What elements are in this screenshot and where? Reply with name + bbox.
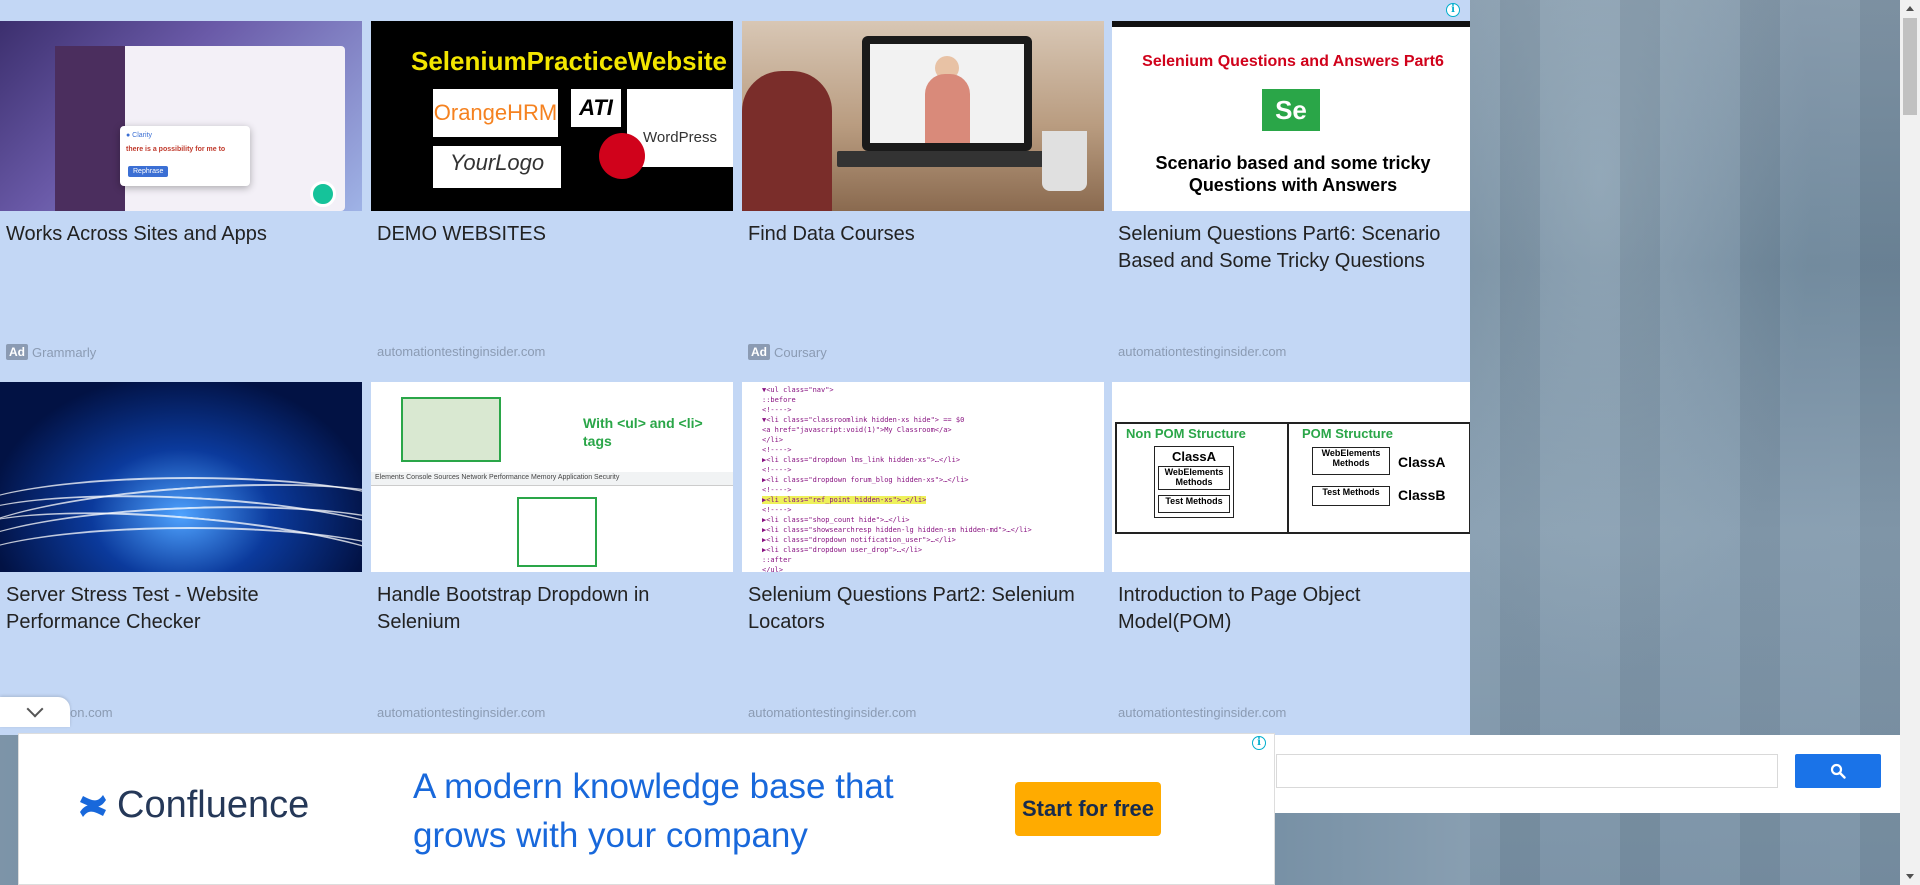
card-source[interactable]: on.com xyxy=(70,705,113,720)
ad-card[interactable]: SeleniumPracticeWebsite OrangeHRM ATI Wo… xyxy=(371,21,733,366)
card-thumbnail[interactable] xyxy=(742,21,1104,211)
card-source[interactable]: Ad Coursary xyxy=(748,344,827,360)
ad-card[interactable]: With <ul> and <li> tags Elements Console… xyxy=(371,382,733,727)
thumb-heading: Non POM Structure xyxy=(1126,426,1246,441)
code-line: <!----> xyxy=(762,466,792,474)
code-line: <!----> xyxy=(762,486,792,494)
card-thumbnail[interactable]: ● Clarity there is a possibility for me t… xyxy=(0,21,362,211)
info-icon[interactable]: i xyxy=(1446,3,1460,17)
card-thumbnail[interactable]: Non POM Structure POM Structure ClassA W… xyxy=(1112,382,1470,572)
card-title[interactable]: Handle Bootstrap Dropdown in Selenium xyxy=(377,582,727,636)
code-line: ▶<li class="dropdown user_drop">…</li> xyxy=(762,546,923,554)
card-source[interactable]: automationtestinginsider.com xyxy=(748,705,916,720)
card-title[interactable]: Selenium Questions Part2: Selenium Locat… xyxy=(748,582,1098,636)
diagram-box: WebElements Methods xyxy=(1312,447,1390,475)
ad-badge: Ad xyxy=(748,344,770,360)
search-input[interactable] xyxy=(1276,754,1778,788)
scroll-down-arrow[interactable] xyxy=(1900,868,1920,885)
code-line: ▶<li class="dropdown notification_user">… xyxy=(762,536,956,544)
card-title[interactable]: DEMO WEBSITES xyxy=(377,221,727,248)
thumb-logo: YourLogo xyxy=(433,146,561,188)
card-thumbnail[interactable]: SeleniumPracticeWebsite OrangeHRM ATI Wo… xyxy=(371,21,733,211)
thumb-subtitle: Scenario based and some tricky Questions… xyxy=(1155,153,1431,195)
code-line: ▼<li class="classroomlink hidden-xs hide… xyxy=(762,416,965,424)
thumb-banner: SeleniumPracticeWebsite xyxy=(411,46,727,76)
code-line: ▶<li class="ref_point hidden-xs">…</li> xyxy=(762,496,927,504)
card-thumbnail[interactable]: With <ul> and <li> tags Elements Console… xyxy=(371,382,733,572)
card-title[interactable]: Works Across Sites and Apps xyxy=(6,221,356,248)
thumb-note: With <ul> and <li> tags xyxy=(583,415,703,449)
card-source[interactable]: Ad Grammarly xyxy=(6,344,96,360)
brand-name: Confluence xyxy=(117,784,310,826)
code-line: ▶<li class="dropdown lms_link hidden-xs"… xyxy=(762,456,961,464)
code-line: ▼<ul class="nav"> xyxy=(762,386,834,394)
diagram-label: ClassB xyxy=(1398,487,1446,503)
diagram-box: Test Methods xyxy=(1312,486,1390,506)
bottom-banner-ad[interactable]: i Confluence A modern knowledge base tha… xyxy=(18,733,1275,885)
thumb-logo: ATI xyxy=(571,89,621,127)
card-title[interactable]: Find Data Courses xyxy=(748,221,1098,248)
confluence-icon xyxy=(80,794,106,817)
thumb-logo: OrangeHRM xyxy=(433,89,558,137)
card-source[interactable]: automationtestinginsider.com xyxy=(1118,705,1286,720)
ad-card[interactable]: ● Clarity there is a possibility for me t… xyxy=(0,21,362,366)
code-line: ▶<li class="shop_count hide">…</li> xyxy=(762,516,910,524)
ad-card[interactable]: Find Data Courses Ad Coursary xyxy=(742,21,1104,366)
ad-card[interactable]: Non POM Structure POM Structure ClassA W… xyxy=(1112,382,1470,727)
code-line: </li> xyxy=(762,436,784,444)
card-source[interactable]: automationtestinginsider.com xyxy=(377,705,545,720)
card-title[interactable]: Selenium Questions Part6: Scenario Based… xyxy=(1118,221,1468,275)
ad-card[interactable]: Selenium Questions and Answers Part6 Se … xyxy=(1112,21,1470,366)
devtools-tabs: Elements Console Sources Network Perform… xyxy=(371,472,733,486)
card-thumbnail[interactable]: ▼<ul class="nav"> ::before <!---->▼<li c… xyxy=(742,382,1104,572)
card-source[interactable]: automationtestinginsider.com xyxy=(377,344,545,359)
scroll-thumb[interactable] xyxy=(1903,18,1917,115)
diagram-label: ClassA xyxy=(1398,454,1446,470)
ad-card[interactable]: Server Stress Test - Website Performance… xyxy=(0,382,362,727)
scrollbar[interactable] xyxy=(1900,0,1920,885)
ad-grid: i ● Clarity there is a possibility for me… xyxy=(0,0,1470,735)
card-thumbnail[interactable] xyxy=(0,382,362,572)
confluence-logo: Confluence xyxy=(77,784,309,827)
thumb-heading: Selenium Questions and Answers Part6 xyxy=(1142,53,1444,70)
code-line: </ul> xyxy=(762,566,784,572)
ad-badge: Ad xyxy=(6,344,28,360)
code-line: ▶<li class="dropdown forum_blog hidden-x… xyxy=(762,476,969,484)
card-thumbnail[interactable]: Selenium Questions and Answers Part6 Se … xyxy=(1112,21,1470,211)
search-button[interactable] xyxy=(1795,754,1881,788)
chevron-down-icon xyxy=(26,700,44,718)
code-line: <a href="javascript:void(1)">My Classroo… xyxy=(762,426,952,434)
ad-headline: A modern knowledge base that grows with … xyxy=(413,767,894,855)
code-line: <!----> xyxy=(762,406,792,414)
collapse-ad-button[interactable] xyxy=(0,697,70,727)
code-line: ::before xyxy=(762,396,796,404)
start-for-free-button[interactable]: Start for free xyxy=(1015,782,1161,836)
diagram-box: WebElements Methods xyxy=(1158,466,1230,490)
card-title[interactable]: Introduction to Page Object Model(POM) xyxy=(1118,582,1468,636)
thumb-heading: POM Structure xyxy=(1302,426,1394,441)
source-label: Grammarly xyxy=(32,344,97,360)
selenium-logo-icon: Se xyxy=(1262,89,1320,131)
source-label: Coursary xyxy=(774,344,827,360)
search-icon xyxy=(1830,763,1846,779)
code-line: <!----> xyxy=(762,446,792,454)
info-icon[interactable]: i xyxy=(1252,736,1266,750)
card-title[interactable]: Server Stress Test - Website Performance… xyxy=(6,582,356,636)
scroll-up-arrow[interactable] xyxy=(1900,0,1920,17)
ad-card[interactable]: ▼<ul class="nav"> ::before <!---->▼<li c… xyxy=(742,382,1104,727)
code-line: ::after xyxy=(762,556,792,564)
code-line: ▶<li class="showsearchresp hidden-lg hid… xyxy=(762,526,1032,534)
code-line: <!----> xyxy=(762,506,792,514)
card-source[interactable]: automationtestinginsider.com xyxy=(1118,344,1286,359)
thumb-logo xyxy=(599,133,645,179)
diagram-box: Test Methods xyxy=(1158,495,1230,513)
